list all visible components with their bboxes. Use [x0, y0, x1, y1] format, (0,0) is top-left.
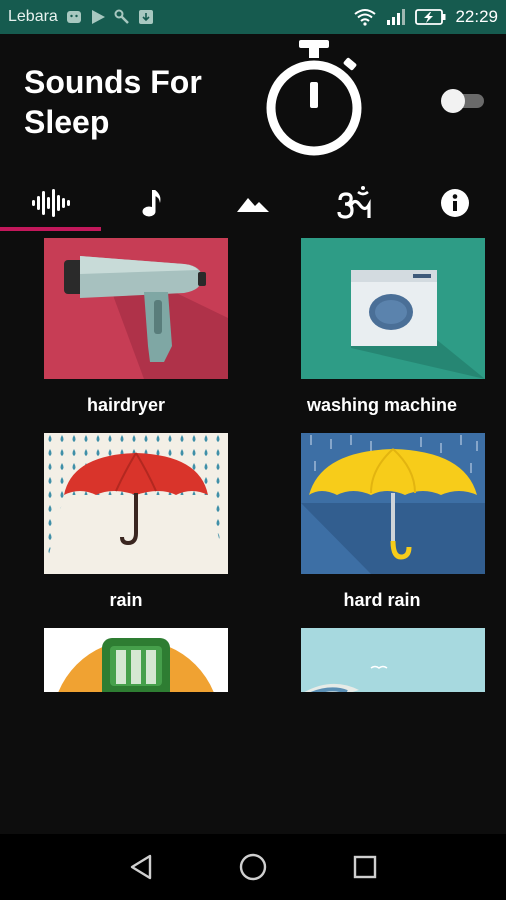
tab-nature[interactable] [202, 175, 303, 231]
sound-card-hard-rain[interactable] [301, 433, 485, 574]
sound-card-washing-machine[interactable] [301, 238, 485, 379]
sound-toggle-switch[interactable] [438, 86, 488, 116]
washing-machine-image [301, 238, 485, 379]
sound-card-train[interactable] [44, 628, 228, 692]
hairdryer-image [44, 238, 228, 379]
sound-label: washing machine [306, 395, 458, 415]
battery-charging-icon [415, 9, 446, 25]
carrier-name: Lebara [8, 8, 58, 25]
sound-card-rain[interactable] [44, 433, 228, 574]
tab-meditation[interactable] [304, 175, 405, 231]
sound-card-sea[interactable] [301, 628, 485, 692]
android-icon [66, 11, 81, 23]
home-icon [239, 853, 267, 881]
app-title: Sounds For Sleep [24, 64, 202, 140]
info-icon [441, 189, 470, 217]
recents-button[interactable] [309, 834, 421, 900]
status-bar: Lebara 22:29 [0, 0, 506, 34]
home-button[interactable] [197, 834, 309, 900]
back-button[interactable] [85, 834, 197, 900]
status-time: 22:29 [455, 7, 498, 26]
back-icon [130, 854, 152, 880]
wrench-icon [114, 9, 129, 24]
signal-icon [387, 9, 406, 25]
download-icon [138, 10, 153, 24]
category-tabs [0, 175, 506, 231]
umbrella-hard-rain-image [301, 433, 485, 574]
play-store-icon [91, 10, 105, 24]
system-nav-bar [0, 834, 506, 900]
music-note-icon [142, 190, 161, 217]
om-icon [337, 186, 371, 219]
train-image [44, 628, 228, 692]
waveform-icon [31, 189, 70, 217]
tab-music[interactable] [101, 175, 202, 231]
tab-info[interactable] [405, 175, 506, 231]
sound-label: hairdryer [86, 395, 166, 415]
sound-label: hard rain [343, 590, 421, 610]
sea-image [301, 628, 485, 692]
mountain-icon [236, 198, 269, 212]
tab-waveform[interactable] [0, 175, 102, 231]
umbrella-rain-image [44, 433, 228, 574]
sound-label: rain [109, 590, 143, 610]
recents-icon [353, 855, 377, 879]
wifi-icon [354, 9, 377, 26]
sound-card-hairdryer[interactable] [44, 238, 228, 379]
stopwatch-icon[interactable] [264, 38, 364, 156]
